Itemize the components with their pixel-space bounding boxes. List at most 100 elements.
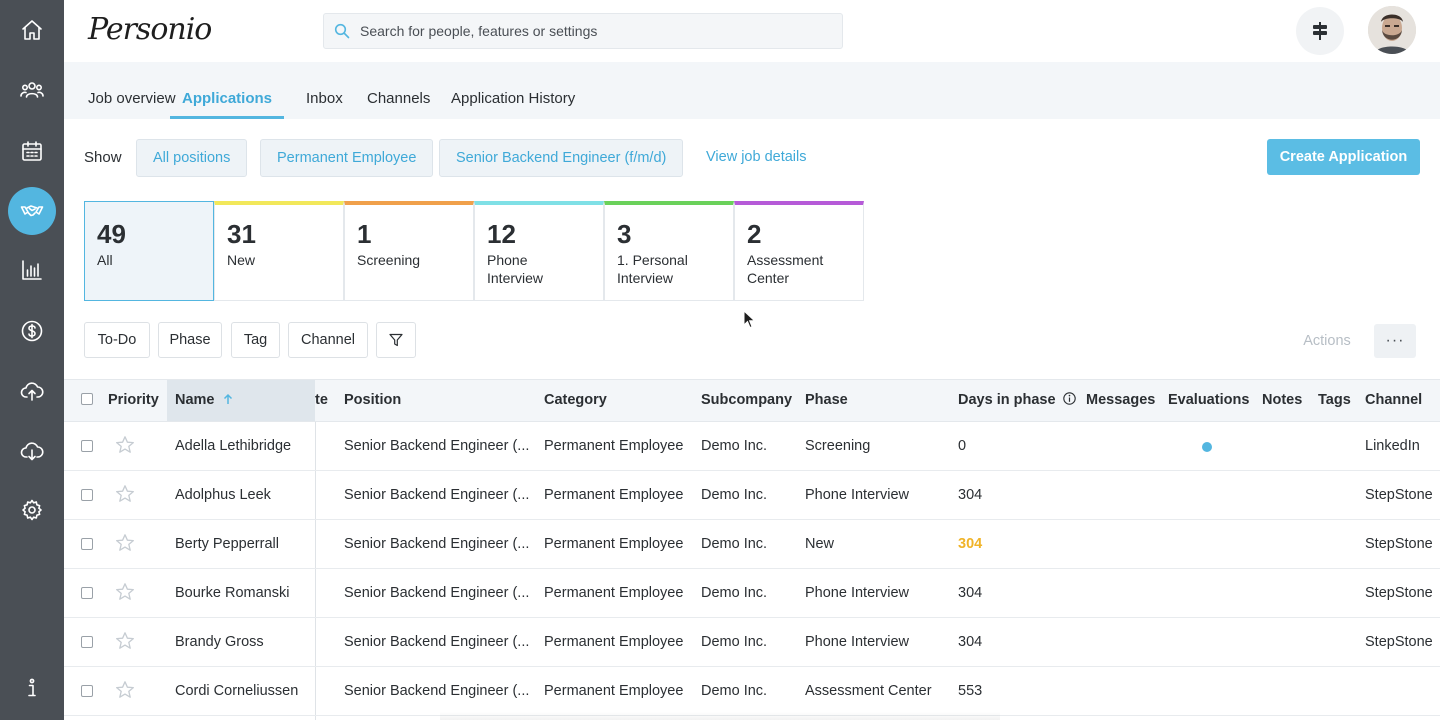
priority-star-icon[interactable] <box>115 435 135 455</box>
position-cell: Senior Backend Engineer (... <box>344 683 530 699</box>
category-cell: Permanent Employee <box>544 683 684 699</box>
priority-star-icon[interactable] <box>115 533 135 553</box>
days-in-phase-cell: 0 <box>958 438 967 454</box>
channel-filter-button[interactable]: Channel <box>288 322 368 358</box>
all-positions-filter[interactable]: All positions <box>136 139 248 177</box>
table-row[interactable]: Berty Pepperrall Senior Backend Engineer … <box>64 520 1440 569</box>
tab-application-history[interactable]: Application History <box>451 90 575 119</box>
phase-card-personal-interview[interactable]: 3 1. Personal Interview <box>604 201 734 301</box>
home-icon[interactable] <box>8 6 56 54</box>
create-application-button[interactable]: Create Application <box>1267 139 1420 175</box>
phase-label: 1. Personal Interview <box>617 252 688 286</box>
applicant-name[interactable]: Brandy Gross <box>175 634 264 650</box>
tab-inbox[interactable]: Inbox <box>306 90 343 119</box>
tab-applications[interactable]: Applications <box>170 90 285 119</box>
tab-channels[interactable]: Channels <box>367 90 430 119</box>
days-in-phase-cell: 553 <box>958 683 983 699</box>
row-checkbox[interactable] <box>81 685 93 697</box>
row-checkbox[interactable] <box>81 489 93 501</box>
dollar-icon[interactable] <box>8 307 56 355</box>
phase-cell: New <box>805 536 835 552</box>
table-row[interactable]: Adella Lethibridge Senior Backend Enginee… <box>64 422 1440 471</box>
search-bar[interactable] <box>323 13 843 49</box>
priority-star-icon[interactable] <box>115 582 135 602</box>
col-evaluations[interactable]: Evaluations <box>1168 392 1249 408</box>
calendar-icon[interactable] <box>8 127 56 175</box>
personio-logo[interactable]: Personio <box>88 12 212 48</box>
table-row[interactable]: Bourke Romanski Senior Backend Engineer (… <box>64 569 1440 618</box>
category-cell: Permanent Employee <box>544 438 684 454</box>
col-channel[interactable]: Channel <box>1365 392 1422 408</box>
col-date-partial[interactable]: te <box>315 392 328 408</box>
col-name[interactable]: Name <box>175 392 233 408</box>
col-tags[interactable]: Tags <box>1318 392 1351 408</box>
gear-icon[interactable] <box>8 486 56 534</box>
category-cell: Permanent Employee <box>544 487 684 503</box>
table-row[interactable]: Cordi Corneliussen Senior Backend Enginee… <box>64 667 1440 716</box>
phase-card-assessment-center[interactable]: 2 Assessment Center <box>734 201 864 301</box>
col-position[interactable]: Position <box>344 392 401 408</box>
applicant-name[interactable]: Cordi Corneliussen <box>175 683 298 699</box>
people-icon[interactable] <box>8 66 56 114</box>
col-days-in-phase[interactable]: Days in phase <box>958 392 1076 408</box>
applicant-name[interactable]: Adolphus Leek <box>175 487 271 503</box>
info-icon[interactable] <box>8 664 56 712</box>
applicant-name[interactable]: Berty Pepperrall <box>175 536 279 552</box>
col-phase[interactable]: Phase <box>805 392 848 408</box>
applicant-name[interactable]: Bourke Romanski <box>175 585 289 601</box>
col-priority[interactable]: Priority <box>108 392 159 408</box>
table-header: Priority Name te Position Category Subco… <box>64 379 1440 422</box>
subcompany-cell: Demo Inc. <box>701 683 768 699</box>
phase-card-all[interactable]: 49 All <box>84 201 214 301</box>
evaluation-indicator <box>1202 442 1212 452</box>
sort-ascending-icon <box>223 393 232 404</box>
cloud-upload-icon[interactable] <box>8 367 56 415</box>
phase-cell: Phone Interview <box>805 634 909 650</box>
phase-filter-button[interactable]: Phase <box>158 322 222 358</box>
phase-card-screening[interactable]: 1 Screening <box>344 201 474 301</box>
todo-filter-button[interactable]: To-Do <box>84 322 150 358</box>
col-subcompany[interactable]: Subcompany <box>701 392 792 408</box>
category-cell: Permanent Employee <box>544 634 684 650</box>
phase-label: All <box>97 252 113 268</box>
row-checkbox[interactable] <box>81 636 93 648</box>
select-all-checkbox[interactable] <box>81 393 93 405</box>
info-circle-icon[interactable] <box>1062 392 1076 405</box>
row-checkbox[interactable] <box>81 440 93 452</box>
days-in-phase-cell: 304 <box>958 487 983 503</box>
applicant-name[interactable]: Adella Lethibridge <box>175 438 291 454</box>
col-messages[interactable]: Messages <box>1086 392 1155 408</box>
phase-count: 49 <box>97 219 126 249</box>
top-bar: Personio <box>64 0 1440 62</box>
position-filter[interactable]: Senior Backend Engineer (f/m/d) <box>439 139 684 177</box>
phase-cell: Phone Interview <box>805 585 909 601</box>
col-category[interactable]: Category <box>544 392 607 408</box>
row-checkbox[interactable] <box>81 538 93 550</box>
tab-job-overview[interactable]: Job overview <box>88 90 176 119</box>
category-cell: Permanent Employee <box>544 536 684 552</box>
tag-filter-button[interactable]: Tag <box>231 322 280 358</box>
search-input[interactable] <box>360 23 820 39</box>
phase-card-new[interactable]: 31 New <box>214 201 344 301</box>
funnel-filter-button[interactable] <box>376 322 416 358</box>
channel-cell: StepStone <box>1365 585 1433 601</box>
user-avatar[interactable] <box>1368 6 1416 54</box>
cloud-download-icon[interactable] <box>8 427 56 475</box>
priority-star-icon[interactable] <box>115 631 135 651</box>
row-checkbox[interactable] <box>81 587 93 599</box>
col-notes[interactable]: Notes <box>1262 392 1302 408</box>
employment-type-filter[interactable]: Permanent Employee <box>260 139 434 177</box>
more-options-button[interactable]: ··· <box>1374 324 1416 358</box>
phase-card-phone-interview[interactable]: 12 Phone Interview <box>474 201 604 301</box>
table-row[interactable]: Adolphus Leek Senior Backend Engineer (..… <box>64 471 1440 520</box>
channel-cell: LinkedIn <box>1365 438 1420 454</box>
table-row[interactable]: Brandy Gross Senior Backend Engineer (...… <box>64 618 1440 667</box>
signpost-button[interactable] <box>1296 7 1344 55</box>
priority-star-icon[interactable] <box>115 680 135 700</box>
view-job-details-link[interactable]: View job details <box>706 149 807 165</box>
handshake-icon[interactable] <box>8 187 56 235</box>
bar-chart-icon[interactable] <box>8 246 56 294</box>
priority-star-icon[interactable] <box>115 484 135 504</box>
phase-count: 3 <box>617 219 632 249</box>
actions-button[interactable]: Actions <box>1289 324 1365 358</box>
